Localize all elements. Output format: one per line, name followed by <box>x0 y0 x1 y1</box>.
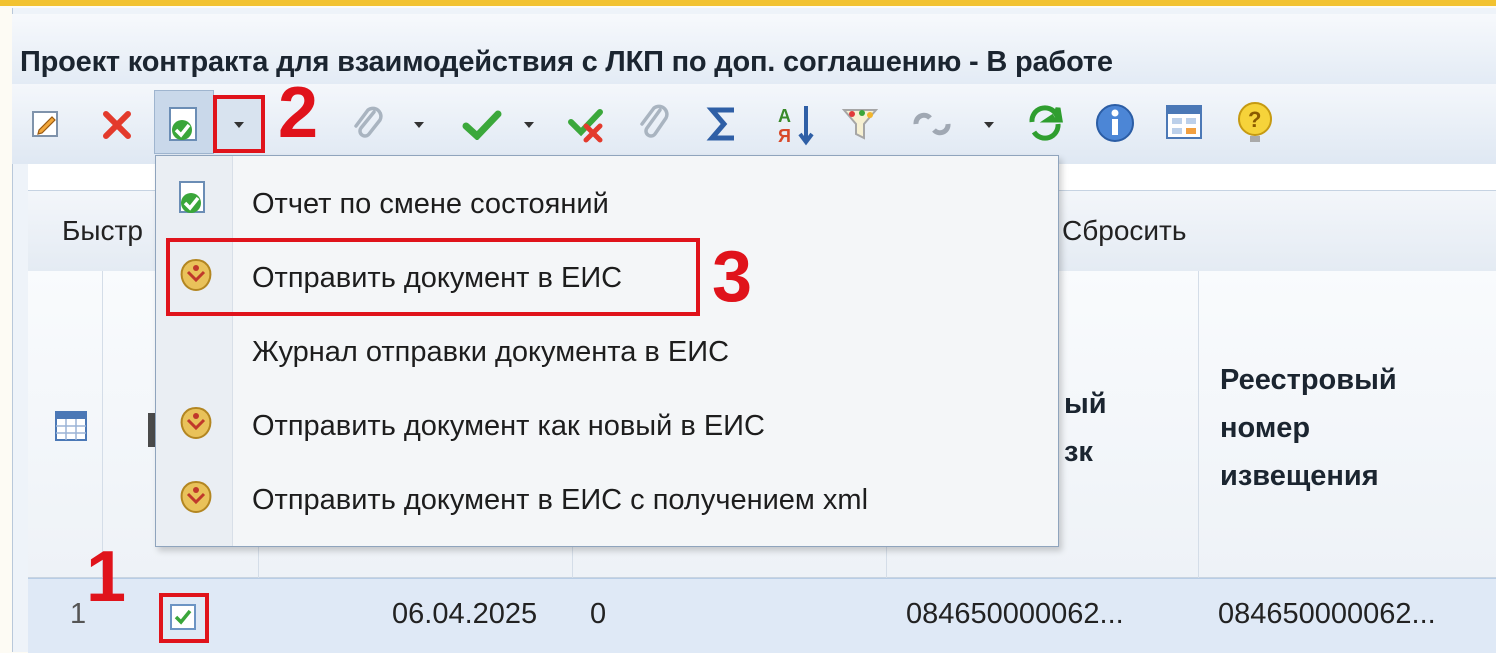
header-registry-line3[interactable]: извещения <box>1220 452 1379 501</box>
help-icon[interactable]: ? <box>1234 100 1276 146</box>
menu-item-send-as-new[interactable]: Отправить документ как новый в ЕИС <box>156 386 1056 460</box>
annotation-step-2: 2 <box>278 73 319 153</box>
menu-item-send-with-xml[interactable]: Отправить документ в ЕИС с получением xm… <box>156 460 1056 534</box>
row-value: 0 <box>590 598 607 630</box>
sum-icon[interactable] <box>706 104 740 144</box>
annotation-step-3: 3 <box>712 237 753 317</box>
menu-item-label: Отправить документ как новый в ЕИС <box>252 410 765 442</box>
approve-icon[interactable] <box>462 110 502 140</box>
info-icon[interactable] <box>1094 102 1136 144</box>
row-date: 06.04.2025 <box>392 598 538 630</box>
svg-text:?: ? <box>1248 107 1261 132</box>
annotation-row-checkbox-box <box>159 593 209 643</box>
form-icon[interactable] <box>1164 102 1206 144</box>
annotation-highlight-send <box>166 238 700 316</box>
row-code-1: 084650000062... <box>906 598 1124 630</box>
window-title: Проект контракта для взаимодействия с ЛК… <box>20 46 1113 78</box>
header-partial-line1: ый <box>1064 388 1107 420</box>
menu-item-state-report[interactable]: Отчет по смене состояний <box>156 164 1056 238</box>
filter-icon[interactable] <box>840 104 880 144</box>
menu-item-send-log[interactable]: Журнал отправки документа в ЕИС <box>156 312 1056 386</box>
row-code-2: 084650000062... <box>1218 598 1436 630</box>
chevron-down-icon <box>234 122 244 128</box>
svg-text:Я: Я <box>778 126 791 146</box>
menu-item-label: Отчет по смене состояний <box>252 188 609 220</box>
state-report-icon <box>176 180 212 225</box>
chevron-down-icon <box>524 122 534 128</box>
svg-text:A: A <box>778 106 791 126</box>
menu-item-label: Отправить документ в ЕИС с получением xm… <box>252 484 869 516</box>
quick-filter-label: Быстр <box>62 215 143 246</box>
annotation-step-1: 1 <box>86 537 127 617</box>
sort-icon[interactable]: AЯ <box>776 102 816 146</box>
link-icon[interactable] <box>910 106 954 142</box>
header-partial-line2: зк <box>1064 436 1093 468</box>
reject-icon[interactable] <box>568 106 608 144</box>
emblem-icon <box>176 476 216 521</box>
emblem-icon <box>176 402 216 447</box>
row-number: 1 <box>70 598 87 630</box>
paperclip-icon[interactable] <box>636 102 672 144</box>
chevron-down-icon <box>984 122 994 128</box>
change-state-icon <box>166 106 204 144</box>
attach-icon[interactable] <box>350 104 386 144</box>
menu-item-label: Журнал отправки документа в ЕИС <box>252 336 730 368</box>
window-title-bar: Проект контракта для взаимодействия с ЛК… <box>12 14 1496 84</box>
header-registry-line1[interactable]: Реестровый <box>1220 356 1397 405</box>
top-border <box>0 0 1496 6</box>
delete-icon[interactable] <box>100 108 134 142</box>
header-registry-line2[interactable]: номер <box>1220 404 1310 453</box>
refresh-icon[interactable] <box>1024 102 1066 144</box>
reset-filter-link[interactable]: Сбросить <box>1062 215 1186 247</box>
state-dropdown-menu: Отчет по смене состояний Отправить докум… <box>155 155 1059 547</box>
edit-icon[interactable] <box>30 108 62 140</box>
chevron-down-icon <box>414 122 424 128</box>
column-settings-icon[interactable] <box>54 410 88 442</box>
